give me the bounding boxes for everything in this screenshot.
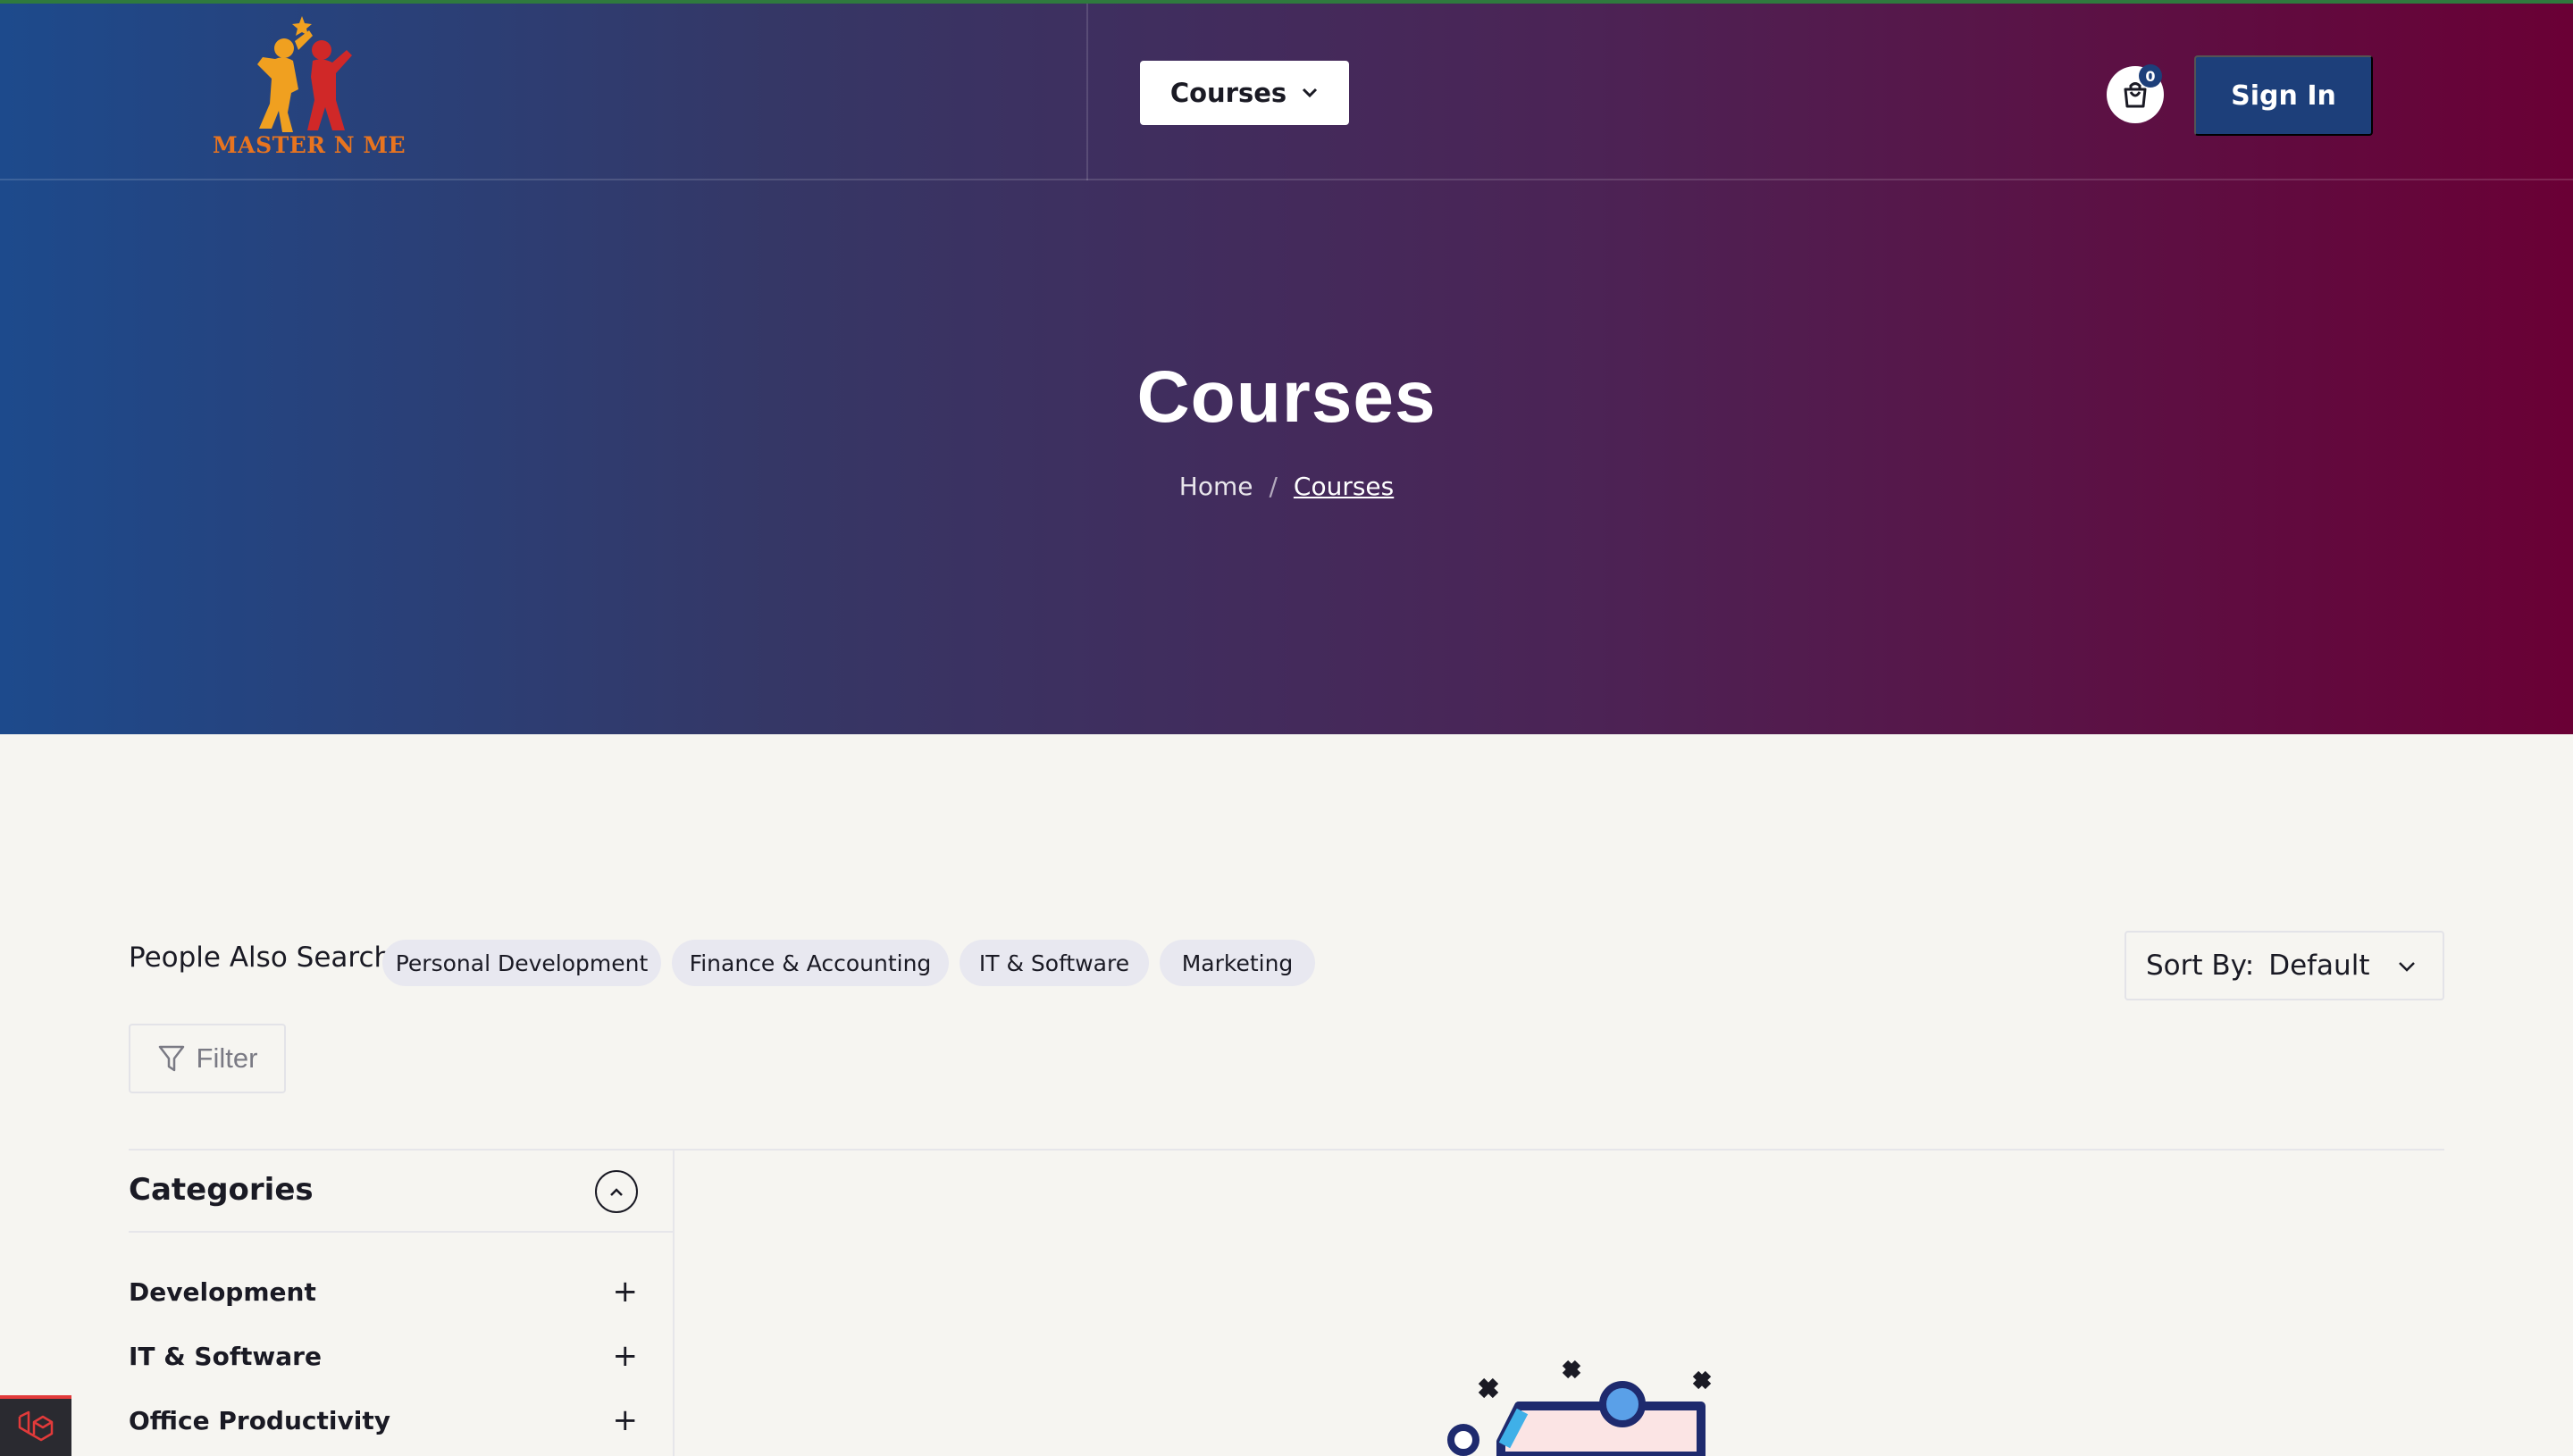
breadcrumb-home-link[interactable]: Home: [1179, 472, 1253, 501]
page-title: Courses: [1136, 356, 1437, 438]
courses-menu-button[interactable]: Courses: [1140, 61, 1349, 125]
sort-select[interactable]: Sort By: Default: [2125, 931, 2444, 1000]
chevron-down-icon: [2399, 962, 2415, 972]
sort-label: Sort By:: [2146, 950, 2255, 982]
empty-state-illustration: [1447, 1360, 1712, 1456]
logo-text: MASTER N ME: [213, 132, 406, 158]
sidebar-divider: [673, 1149, 675, 1456]
category-label: Development: [129, 1276, 316, 1307]
hero-banner: MASTER N ME Courses 0 Sign In Courses Ho…: [0, 4, 2573, 734]
breadcrumb: Home / Courses: [0, 472, 2573, 501]
content-divider: [129, 1149, 2444, 1151]
sign-in-button[interactable]: Sign In: [2194, 55, 2373, 136]
courses-menu-label: Courses: [1169, 78, 1287, 108]
search-chip-finance-accounting[interactable]: Finance & Accounting: [672, 940, 949, 986]
search-chip-it-software[interactable]: IT & Software: [960, 940, 1149, 986]
people-also-search-label: People Also Search:: [129, 941, 401, 974]
categories-collapse-toggle[interactable]: [595, 1170, 638, 1213]
category-item-it-software[interactable]: IT & Software +: [129, 1338, 638, 1374]
debug-toolbar-tab[interactable]: [0, 1395, 71, 1456]
search-chip-personal-development[interactable]: Personal Development: [382, 940, 661, 986]
breadcrumb-separator: /: [1269, 472, 1278, 501]
laravel-logo-icon: [18, 1410, 54, 1442]
site-header: MASTER N ME Courses 0 Sign In: [0, 4, 2573, 180]
breadcrumb-current-link[interactable]: Courses: [1294, 472, 1394, 501]
logo-figures-icon: [257, 16, 352, 132]
category-item-office-productivity[interactable]: Office Productivity +: [129, 1402, 638, 1438]
site-logo[interactable]: MASTER N ME: [213, 14, 406, 164]
plus-icon[interactable]: +: [613, 1274, 639, 1310]
chevron-down-icon: [1303, 88, 1318, 98]
filter-funnel-icon: [158, 1045, 184, 1072]
plus-icon[interactable]: +: [613, 1338, 639, 1374]
filter-label: Filter: [196, 1042, 258, 1074]
sort-value: Default: [2268, 950, 2370, 982]
filter-button[interactable]: Filter: [129, 1024, 286, 1093]
chevron-up-icon: [610, 1188, 623, 1196]
search-chip-marketing[interactable]: Marketing: [1160, 940, 1315, 986]
category-item-development[interactable]: Development +: [129, 1274, 638, 1310]
category-label: Office Productivity: [129, 1405, 390, 1435]
header-divider: [1086, 4, 1088, 180]
category-label: IT & Software: [129, 1341, 322, 1371]
cart-count-badge: 0: [2139, 64, 2162, 88]
categories-title: Categories: [129, 1172, 314, 1208]
plus-icon[interactable]: +: [613, 1402, 639, 1438]
categories-header-divider: [129, 1231, 674, 1233]
